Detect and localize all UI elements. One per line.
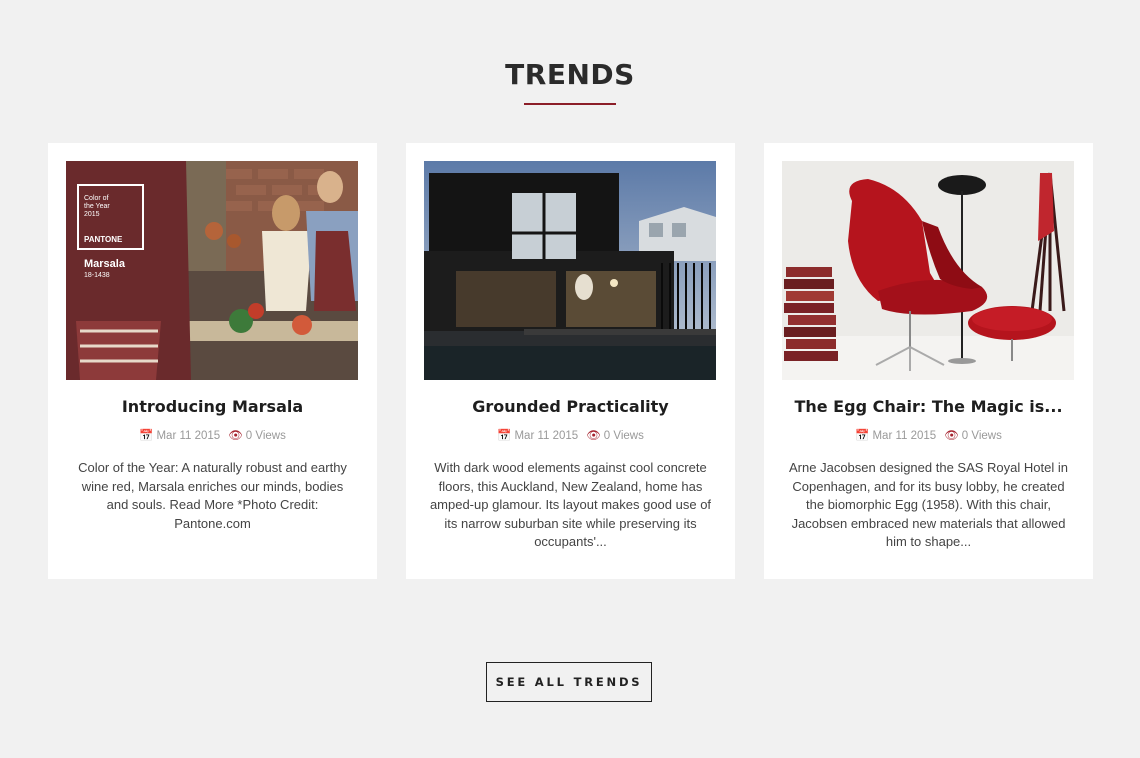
- card-meta: 📅 Mar 11 2015 👁 0 Views: [48, 428, 377, 442]
- title-underline: [524, 103, 616, 105]
- card-meta: 📅 Mar 11 2015 👁 0 Views: [406, 428, 735, 442]
- calendar-icon: 📅: [139, 430, 154, 442]
- see-all-trends-button[interactable]: SEE ALL TRENDS: [486, 662, 652, 702]
- card-date: Mar 11 2015: [514, 430, 579, 442]
- card-title[interactable]: Introducing Marsala: [58, 397, 367, 416]
- card-views: 0 Views: [961, 430, 1002, 442]
- swatch-text-line2: the Year: [84, 203, 110, 210]
- eye-icon: 👁: [586, 430, 601, 442]
- trend-card-marsala: Color of the Year 2015 PANTONE Marsala 1…: [48, 143, 377, 579]
- card-image-marsala[interactable]: Color of the Year 2015 PANTONE Marsala 1…: [66, 161, 358, 380]
- card-image-egg-chair[interactable]: [782, 161, 1074, 380]
- calendar-icon: 📅: [855, 430, 870, 442]
- card-excerpt: With dark wood elements against cool con…: [429, 460, 712, 549]
- swatch-text-year: 2015: [84, 211, 100, 218]
- eye-icon: 👁: [944, 430, 959, 442]
- card-date: Mar 11 2015: [872, 430, 937, 442]
- calendar-icon: 📅: [497, 430, 512, 442]
- card-date: Mar 11 2015: [156, 430, 221, 442]
- eye-icon: 👁: [228, 430, 243, 442]
- card-views: 0 Views: [603, 430, 644, 442]
- swatch-text-name: Marsala: [84, 258, 126, 270]
- swatch-text-code: 18-1438: [84, 272, 110, 279]
- trend-card-egg-chair: The Egg Chair: The Magic is... 📅 Mar 11 2…: [764, 143, 1093, 579]
- card-title[interactable]: The Egg Chair: The Magic is...: [774, 397, 1083, 416]
- card-excerpt: Color of the Year: A naturally robust an…: [78, 460, 347, 531]
- swatch-text-brand: PANTONE: [84, 235, 123, 244]
- trend-card-grounded-practicality: Grounded Practicality 📅 Mar 11 2015 👁 0 Vie…: [406, 143, 735, 579]
- section-title: TRENDS: [505, 58, 635, 91]
- card-views: 0 Views: [245, 430, 286, 442]
- card-image-house[interactable]: [424, 161, 716, 380]
- card-excerpt: Arne Jacobsen designed the SAS Royal Hot…: [789, 460, 1068, 549]
- card-meta: 📅 Mar 11 2015 👁 0 Views: [764, 428, 1093, 442]
- swatch-text-line1: Color of: [84, 195, 109, 202]
- card-title[interactable]: Grounded Practicality: [416, 397, 725, 416]
